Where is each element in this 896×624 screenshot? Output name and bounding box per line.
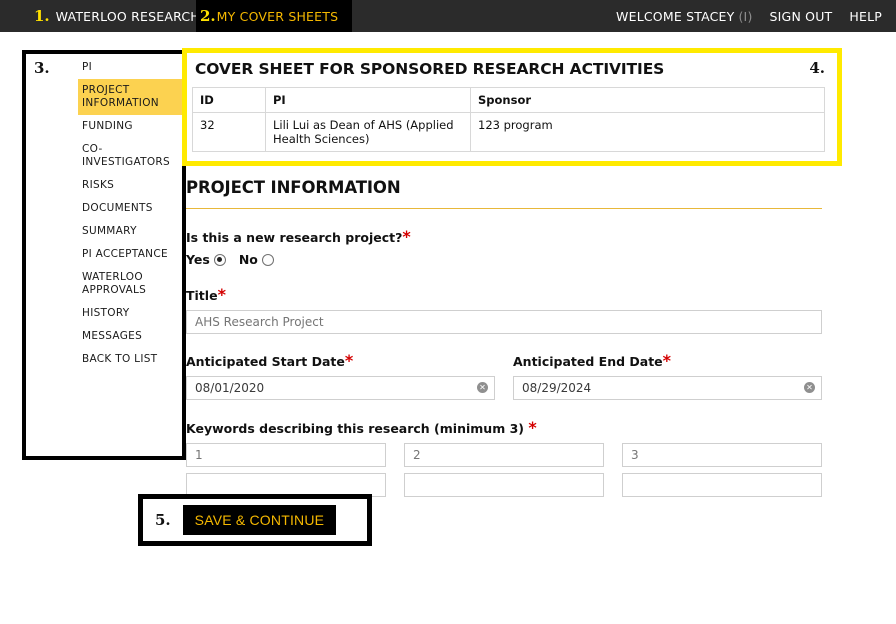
- keywords-row-1: [186, 443, 822, 467]
- annotation-3: 3.: [34, 59, 50, 77]
- tab-my-cover-sheets[interactable]: 2. MY COVER SHEETS: [196, 0, 353, 32]
- table-header-row: ID PI Sponsor: [192, 87, 825, 113]
- help-link[interactable]: HELP: [849, 9, 882, 24]
- sidebar-item-documents[interactable]: DOCUMENTS: [78, 197, 182, 220]
- radio-yes[interactable]: [213, 253, 226, 266]
- cell-pi: Lili Lui as Dean of AHS (Applied Health …: [265, 112, 471, 152]
- cover-sheet-title: COVER SHEET FOR SPONSORED RESEARCH ACTIV…: [195, 60, 665, 78]
- start-date-wrap: ✕: [186, 376, 495, 400]
- end-date-label: Anticipated End Date: [513, 354, 663, 369]
- keywords-label: Keywords describing this research (minim…: [186, 421, 529, 436]
- title-divider: [186, 208, 822, 209]
- radio-no[interactable]: [261, 253, 274, 266]
- annotation-4: 4.: [809, 59, 825, 77]
- header-user-links: WELCOME STACEY (I) SIGN OUT HELP: [616, 0, 882, 32]
- keyword-input-6[interactable]: [622, 473, 822, 497]
- sidebar-item-messages[interactable]: MESSAGES: [78, 325, 182, 348]
- sidebar-item-history[interactable]: HISTORY: [78, 302, 182, 325]
- title-field-group: Title*: [186, 285, 822, 334]
- title-required-mark: *: [217, 285, 226, 304]
- keywords-required-mark: *: [528, 418, 537, 437]
- save-and-continue-button[interactable]: SAVE & CONTINUE: [182, 505, 337, 535]
- cover-sheet-panel: COVER SHEET FOR SPONSORED RESEARCH ACTIV…: [182, 48, 842, 166]
- sidebar-item-risks[interactable]: RISKS: [78, 174, 182, 197]
- end-date-group: Anticipated End Date* ✕: [513, 351, 822, 400]
- radio-yes-label: Yes: [186, 252, 210, 267]
- sidebar-item-back-to-list[interactable]: BACK TO LIST: [78, 348, 182, 371]
- table-row[interactable]: 32 Lili Lui as Dean of AHS (Applied Heal…: [192, 112, 825, 152]
- cell-id: 32: [192, 112, 266, 152]
- sidebar-item-project-information[interactable]: PROJECT INFORMATION: [78, 79, 182, 115]
- sign-out-link[interactable]: SIGN OUT: [770, 9, 833, 24]
- sidebar-item-pi[interactable]: PI: [78, 56, 182, 79]
- annotation-5: 5.: [155, 511, 171, 529]
- sidebar-item-summary[interactable]: SUMMARY: [78, 220, 182, 243]
- column-header-pi: PI: [265, 87, 471, 113]
- keyword-input-3[interactable]: [622, 443, 822, 467]
- dates-row: Anticipated Start Date* ✕ Anticipated En…: [186, 351, 822, 400]
- column-header-id: ID: [192, 87, 266, 113]
- sidebar-nav: 3. PI PROJECT INFORMATION FUNDING CO-INV…: [22, 50, 186, 460]
- sidebar-item-co-investigators[interactable]: CO-INVESTIGATORS: [78, 138, 182, 174]
- cell-sponsor: 123 program: [470, 112, 825, 152]
- tab-my-cover-sheets-label: MY COVER SHEETS: [216, 8, 339, 24]
- title-input[interactable]: [186, 310, 822, 334]
- brand-area: 1. WATERLOO RESEARCH: [0, 0, 200, 32]
- keyword-input-5[interactable]: [404, 473, 604, 497]
- sidebar-item-pi-acceptance[interactable]: PI ACCEPTANCE: [78, 243, 182, 266]
- end-date-input[interactable]: [513, 376, 822, 400]
- page-title: PROJECT INFORMATION: [186, 178, 401, 197]
- project-information-form: PROJECT INFORMATION Is this a new resear…: [186, 178, 822, 497]
- top-header-bar: 1. WATERLOO RESEARCH 2. MY COVER SHEETS …: [0, 0, 896, 32]
- keyword-input-2[interactable]: [404, 443, 604, 467]
- brand-title[interactable]: WATERLOO RESEARCH: [56, 9, 200, 24]
- end-date-wrap: ✕: [513, 376, 822, 400]
- start-date-required-mark: *: [344, 351, 354, 370]
- radio-no-label: No: [238, 252, 258, 267]
- clear-icon[interactable]: ✕: [477, 382, 488, 393]
- sidebar-item-waterloo-approvals[interactable]: WATERLOO APPROVALS: [78, 266, 182, 302]
- end-date-required-mark: *: [662, 351, 672, 370]
- clear-icon[interactable]: ✕: [804, 382, 815, 393]
- column-header-sponsor: Sponsor: [470, 87, 825, 113]
- new-project-radio-group: Yes No: [186, 252, 822, 267]
- welcome-user-initial: (I): [738, 8, 753, 24]
- cover-sheet-table: ID PI Sponsor 32 Lili Lui as Dean of AHS…: [192, 87, 825, 152]
- new-project-label: Is this a new research project?: [186, 230, 403, 245]
- save-button-highlight: 5. SAVE & CONTINUE: [138, 494, 372, 546]
- keyword-input-1[interactable]: [186, 443, 386, 467]
- keywords-label-group: Keywords describing this research (minim…: [186, 418, 822, 437]
- sidebar-nav-list: PI PROJECT INFORMATION FUNDING CO-INVEST…: [78, 56, 182, 371]
- welcome-user: WELCOME STACEY (I): [616, 9, 752, 24]
- sidebar-item-funding[interactable]: FUNDING: [78, 115, 182, 138]
- welcome-user-label: WELCOME STACEY: [616, 8, 735, 24]
- start-date-label: Anticipated Start Date: [186, 354, 345, 369]
- start-date-input[interactable]: [186, 376, 495, 400]
- new-project-required-mark: *: [402, 227, 411, 246]
- start-date-group: Anticipated Start Date* ✕: [186, 351, 495, 400]
- title-label: Title: [186, 288, 218, 303]
- new-project-question: Is this a new research project?* Yes No: [186, 227, 822, 267]
- annotation-1: 1.: [34, 7, 50, 25]
- annotation-2: 2.: [200, 7, 216, 25]
